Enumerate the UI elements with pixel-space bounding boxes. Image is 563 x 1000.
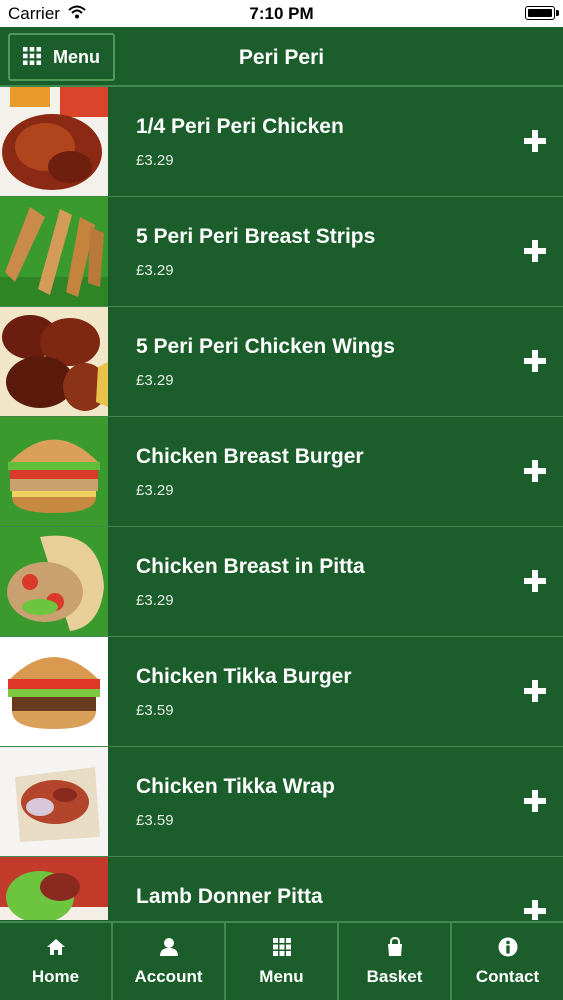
tab-label: Menu (259, 967, 304, 986)
add-icon[interactable] (524, 680, 546, 702)
item-price: £3.29 (136, 592, 174, 609)
item-name: Lamb Donner Pitta (136, 885, 323, 908)
info-icon (498, 937, 517, 957)
app-header: Menu Peri Peri (0, 27, 563, 87)
product-item[interactable]: Chicken Breast Burger £3.29 (0, 417, 563, 527)
item-price: £3.29 (136, 262, 174, 279)
add-icon[interactable] (524, 460, 546, 482)
home-icon (46, 939, 65, 955)
pitta-image (0, 857, 108, 920)
item-name: Chicken Breast Burger (136, 445, 364, 468)
item-name: Chicken Tikka Burger (136, 665, 352, 688)
breast-strips-image (0, 197, 108, 306)
status-bar: Carrier 7:10 PM (0, 0, 563, 27)
roast-chicken-image (0, 87, 108, 196)
tab-contact[interactable]: Contact (452, 923, 563, 1000)
grid-icon (23, 47, 41, 65)
battery-icon (525, 6, 559, 20)
add-icon[interactable] (524, 240, 546, 262)
add-icon[interactable] (524, 350, 546, 372)
basket-icon (387, 937, 402, 956)
product-item[interactable]: 1/4 Peri Peri Chicken £3.29 (0, 87, 563, 197)
item-price: £3.29 (136, 152, 174, 169)
tab-bar: Home Account Menu Basket Contact (0, 921, 563, 1000)
product-item[interactable]: 5 Peri Peri Breast Strips £3.29 (0, 197, 563, 307)
tab-label: Basket (366, 967, 423, 986)
add-icon[interactable] (524, 570, 546, 592)
menu-button-label: Menu (53, 47, 100, 67)
item-name: Chicken Breast in Pitta (136, 555, 365, 578)
item-name: 5 Peri Peri Breast Strips (136, 225, 376, 248)
tab-account[interactable]: Account (113, 923, 226, 1000)
tab-label: Account (134, 967, 203, 986)
burger-image (0, 637, 108, 746)
item-name: 1/4 Peri Peri Chicken (136, 115, 344, 138)
grid-icon (272, 938, 291, 956)
item-price: £3.29 (136, 372, 174, 389)
item-price: £3.29 (136, 482, 174, 499)
chicken-wings-image (0, 307, 108, 416)
tab-menu[interactable]: Menu (226, 923, 339, 1000)
status-time: 7:10 PM (249, 4, 314, 23)
product-list: 1/4 Peri Peri Chicken £3.29 5 Peri Peri … (0, 87, 563, 920)
account-icon (159, 938, 178, 956)
product-item[interactable]: Chicken Tikka Wrap £3.59 (0, 747, 563, 857)
add-icon[interactable] (524, 130, 546, 152)
product-item[interactable]: Lamb Donner Pitta (0, 857, 563, 920)
wrap-image (0, 747, 108, 856)
product-item[interactable]: 5 Peri Peri Chicken Wings £3.29 (0, 307, 563, 417)
menu-button[interactable]: Menu (8, 33, 115, 81)
item-price: £3.59 (136, 702, 174, 719)
product-item[interactable]: Chicken Tikka Burger £3.59 (0, 637, 563, 747)
item-price: £3.59 (136, 812, 174, 829)
tab-label: Contact (475, 967, 540, 986)
add-icon[interactable] (524, 790, 546, 812)
item-name: 5 Peri Peri Chicken Wings (136, 335, 395, 358)
burger-image (0, 417, 108, 526)
tab-label: Home (31, 967, 80, 986)
tab-home[interactable]: Home (0, 923, 113, 1000)
tab-basket[interactable]: Basket (339, 923, 452, 1000)
product-item[interactable]: Chicken Breast in Pitta £3.29 (0, 527, 563, 637)
add-icon[interactable] (524, 900, 546, 920)
pitta-image (0, 527, 108, 636)
item-name: Chicken Tikka Wrap (136, 775, 335, 798)
